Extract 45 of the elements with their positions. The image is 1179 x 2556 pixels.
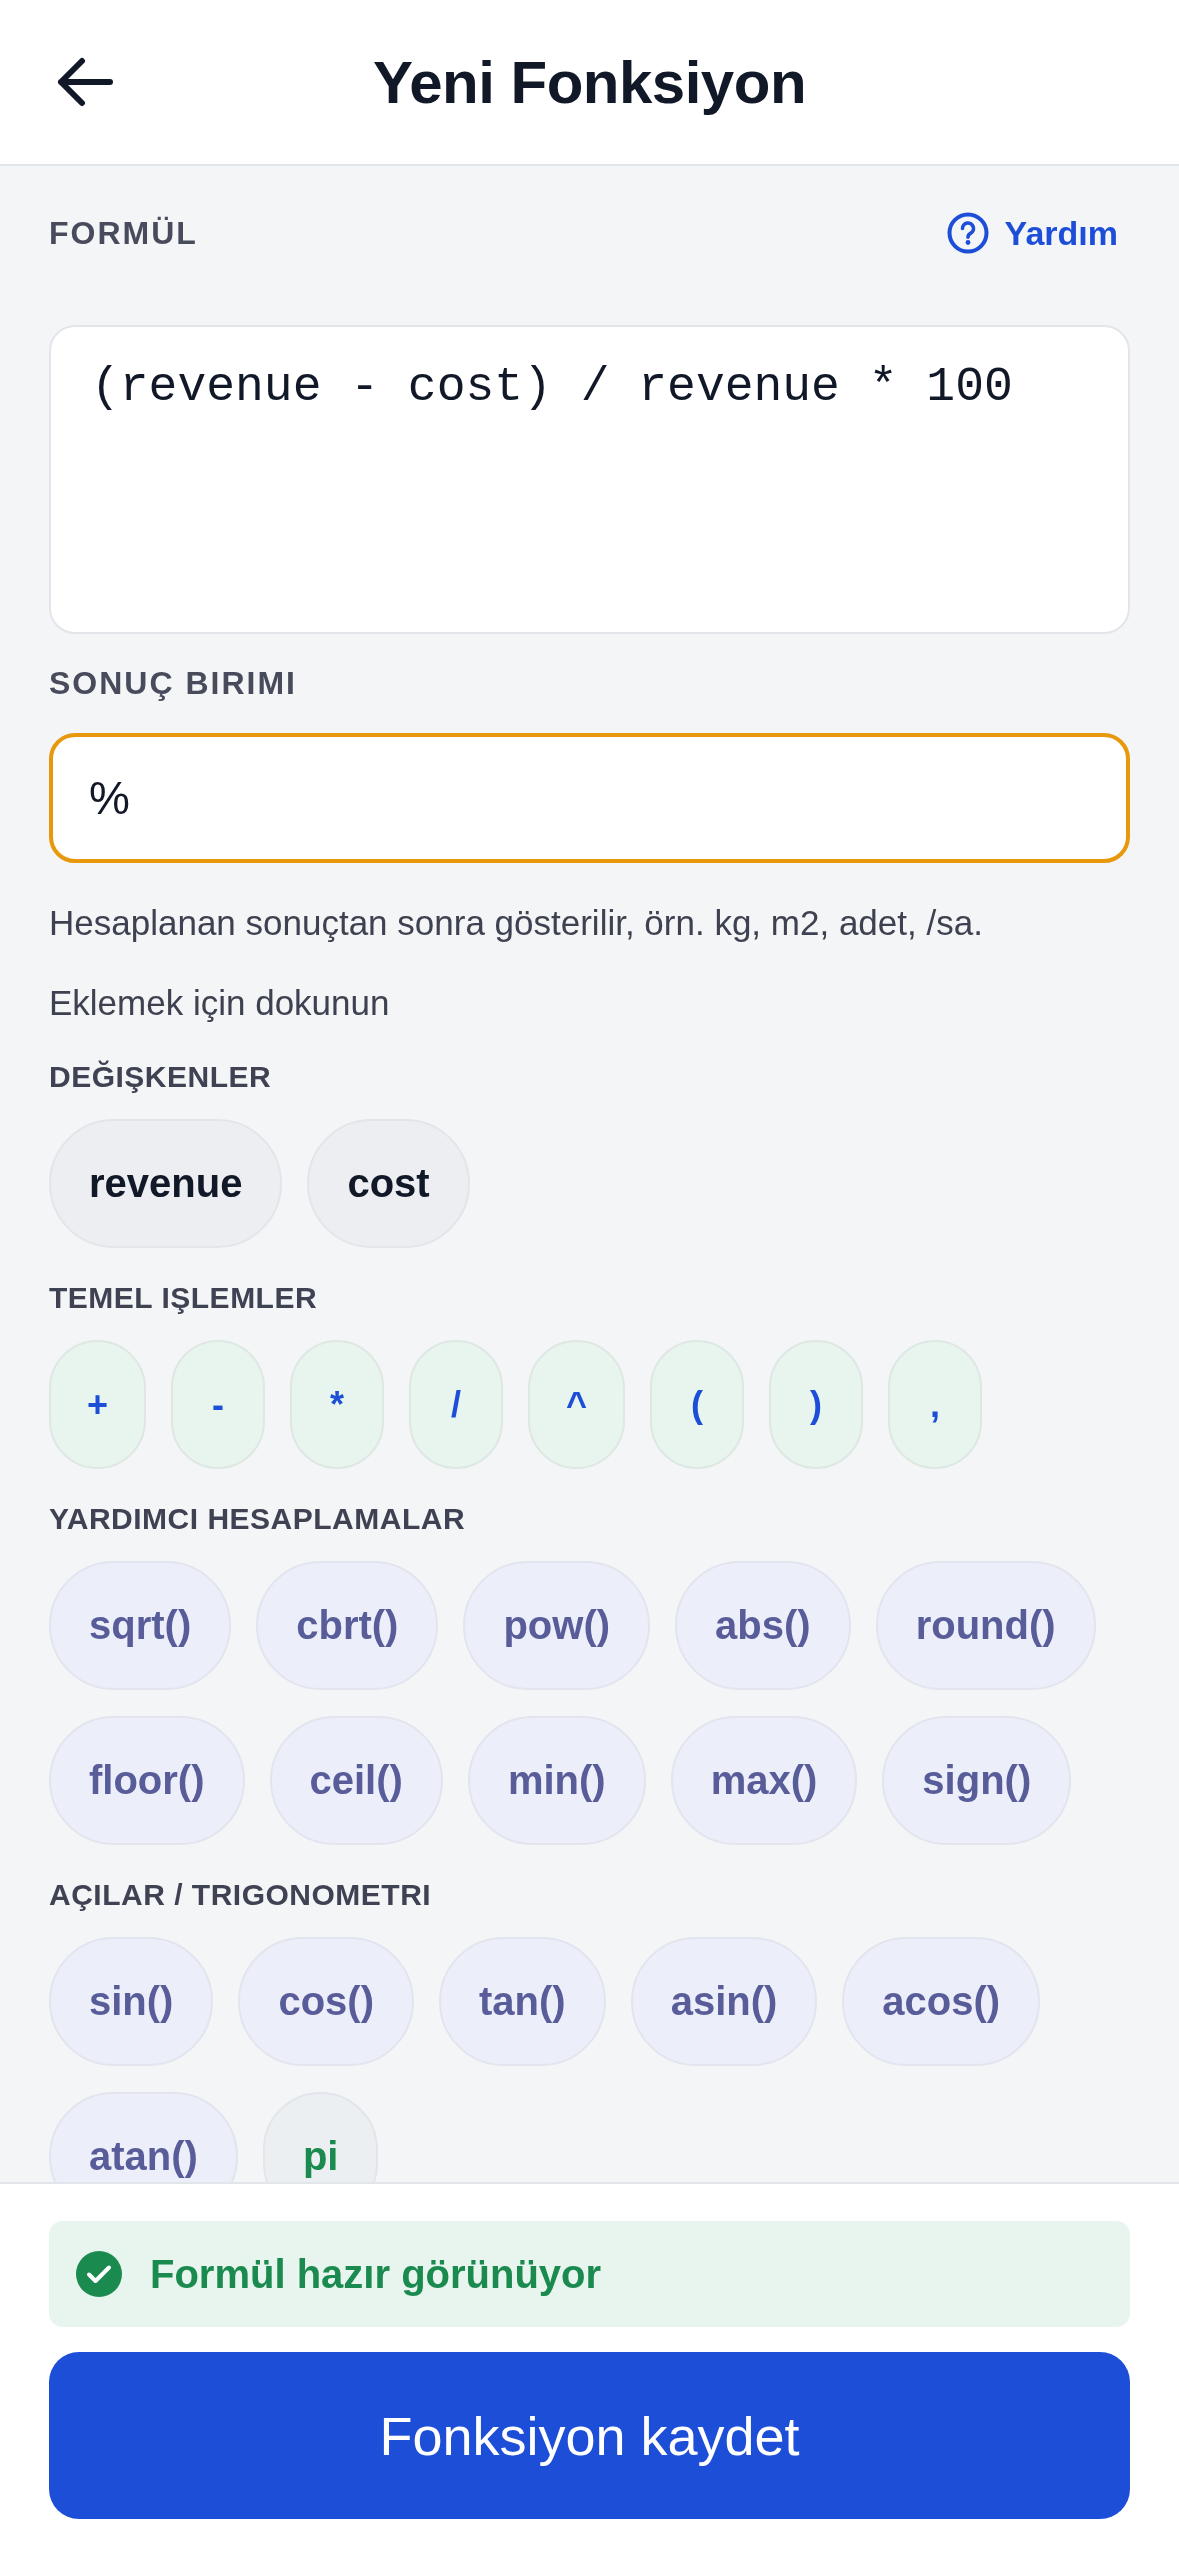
function-chip[interactable]: cos() [238,1937,414,2066]
function-chip[interactable]: sign() [882,1716,1072,1845]
section-title: TEMEL IŞLEMLER [49,1280,319,1316]
operator-chip[interactable]: * [290,1340,385,1469]
section-title: AÇILAR / TRIGONOMETRI [49,1877,433,1913]
help-icon [946,212,989,254]
function-chip[interactable]: sqrt() [49,1561,232,1690]
back-button[interactable] [57,57,113,107]
operator-chip[interactable]: ^ [528,1340,626,1469]
section-title: DEĞIŞKENLER [49,1059,273,1095]
help-link[interactable]: Yardım [946,212,1118,254]
back-arrow-icon [57,57,113,107]
variable-chip[interactable]: cost [307,1119,470,1248]
unit-field[interactable]: % [49,733,1130,863]
function-chip[interactable]: ceil() [269,1716,443,1845]
operator-chip[interactable]: / [409,1340,504,1469]
function-chip[interactable]: floor() [49,1716,245,1845]
function-chip[interactable]: acos() [842,1937,1041,2066]
function-chip[interactable]: cbrt() [256,1561,439,1690]
operator-chip[interactable]: + [49,1340,147,1469]
operator-chip[interactable]: ) [769,1340,864,1469]
formula-label: FORMÜL [49,214,198,253]
function-chip[interactable]: sin() [49,1937,214,2066]
status-text: Formül hazır görünüyor [150,2251,602,2297]
function-chip[interactable]: atan() [49,2092,238,2182]
operator-chip[interactable]: , [888,1340,983,1469]
save-button[interactable]: Fonksiyon kaydet [49,2352,1130,2519]
operator-chip[interactable]: ( [650,1340,745,1469]
function-chip[interactable]: max() [670,1716,858,1845]
screen-title: Yeni Fonksiyon [372,47,807,117]
palette-hint: Eklemek için dokunun [49,982,391,1024]
function-chip[interactable]: asin() [630,1937,818,2066]
constant-chip[interactable]: pi [262,2092,379,2182]
operator-chip[interactable]: - [171,1340,266,1469]
function-chip[interactable]: tan() [439,1937,606,2066]
function-chip[interactable]: min() [467,1716,646,1845]
check-circle-icon [76,2251,122,2297]
formula-field[interactable]: (revenue - cost) / revenue * 100 [49,325,1130,634]
unit-label: SONUÇ BIRIMI [49,664,298,703]
variable-chip[interactable]: revenue [49,1119,283,1248]
function-chip[interactable]: pow() [463,1561,651,1690]
unit-hint: Hesaplanan sonuçtan sonra gösterilir, örn. kg, m2, adet, /sa. [49,902,984,944]
function-chip[interactable]: round() [875,1561,1096,1690]
section-title: YARDIMCI HESAPLAMALAR [49,1501,467,1537]
function-chip[interactable]: abs() [675,1561,851,1690]
